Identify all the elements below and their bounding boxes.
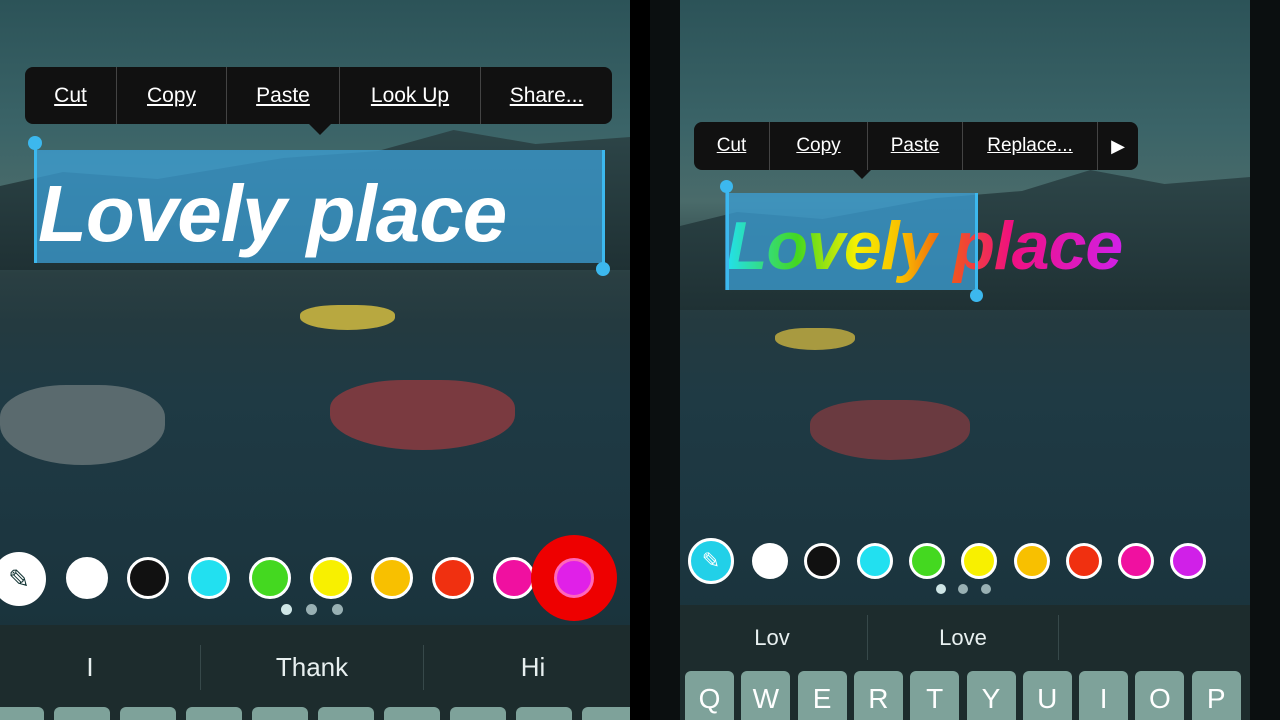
keyboard-key[interactable]: [252, 707, 308, 720]
menu-copy[interactable]: Copy: [770, 122, 868, 170]
color-swatch[interactable]: [1118, 543, 1155, 579]
color-swatch[interactable]: [856, 543, 893, 579]
color-swatch[interactable]: [493, 557, 535, 599]
keyboard-key[interactable]: [0, 707, 44, 720]
divider: [200, 645, 201, 690]
color-swatch[interactable]: [1013, 543, 1050, 579]
key-r[interactable]: R: [853, 671, 903, 720]
color-swatch[interactable]: [432, 557, 474, 599]
phone-bezel: [650, 0, 680, 720]
selection-start-bar: [34, 143, 37, 263]
menu-cut[interactable]: Cut: [25, 67, 117, 124]
suggestion-bar: I Thank Hi: [0, 625, 630, 720]
menu-pointer: [853, 170, 871, 179]
selection-end-handle[interactable]: [970, 289, 983, 302]
story-text[interactable]: Lovely place: [726, 207, 1123, 285]
dinghy: [0, 385, 165, 465]
color-swatch[interactable]: [752, 543, 788, 579]
key-q[interactable]: Q: [685, 671, 734, 720]
selection-start-bar: [726, 187, 729, 290]
suggestion-3[interactable]: Hi: [521, 652, 546, 683]
key-e[interactable]: E: [797, 671, 847, 720]
edit-menu: Cut Copy Paste Replace... ▶: [694, 122, 1138, 179]
sailboat: [775, 328, 855, 350]
color-swatch[interactable]: [127, 557, 169, 599]
selection-start-handle[interactable]: [28, 136, 42, 150]
menu-paste[interactable]: Paste: [227, 67, 340, 124]
color-swatch[interactable]: [371, 557, 413, 599]
key-y[interactable]: Y: [966, 671, 1016, 720]
menu-share[interactable]: Share...: [481, 67, 612, 124]
sailboat: [300, 305, 395, 330]
suggestion-1[interactable]: I: [86, 652, 93, 683]
key-t[interactable]: T: [910, 671, 960, 720]
keyboard-key[interactable]: [186, 707, 242, 720]
red-boat: [810, 400, 970, 460]
divider: [867, 615, 868, 660]
menu-cut[interactable]: Cut: [694, 122, 770, 170]
page-dot[interactable]: [958, 584, 968, 594]
key-o[interactable]: O: [1135, 671, 1185, 720]
page-dot[interactable]: [936, 584, 946, 594]
selection-start-handle[interactable]: [720, 180, 733, 193]
keyboard-key[interactable]: [384, 707, 440, 720]
color-swatch[interactable]: [188, 557, 230, 599]
menu-more-arrow-icon[interactable]: ▶: [1098, 122, 1138, 170]
story-text[interactable]: Lovely place: [38, 168, 507, 260]
suggestion-1[interactable]: Lov: [754, 625, 789, 651]
key-w[interactable]: W: [741, 671, 791, 720]
keyboard-key[interactable]: [54, 707, 110, 720]
menu-pointer: [309, 124, 331, 135]
color-swatch[interactable]: [310, 557, 352, 599]
key-u[interactable]: U: [1022, 671, 1072, 720]
selection-end-handle[interactable]: [596, 262, 610, 276]
red-boat: [330, 380, 515, 450]
page-dot[interactable]: [981, 584, 991, 594]
eyedropper-icon[interactable]: ✎: [688, 538, 734, 584]
key-p[interactable]: P: [1191, 671, 1241, 720]
keyboard-key[interactable]: [582, 707, 630, 720]
phone-bezel: [1250, 0, 1280, 720]
color-swatch[interactable]: [961, 543, 998, 579]
left-screen: Cut Copy Paste Look Up Share... Lovely p…: [0, 0, 630, 720]
suggestion-2[interactable]: Thank: [276, 652, 348, 683]
page-dot[interactable]: [306, 604, 317, 615]
divider: [1058, 615, 1059, 660]
page-dot[interactable]: [332, 604, 343, 615]
page-dot[interactable]: [281, 604, 292, 615]
menu-copy[interactable]: Copy: [117, 67, 227, 124]
suggestion-2[interactable]: Love: [939, 625, 987, 651]
color-swatch[interactable]: [249, 557, 291, 599]
keyboard-key[interactable]: [450, 707, 506, 720]
menu-paste[interactable]: Paste: [868, 122, 963, 170]
color-swatch-selected[interactable]: [554, 558, 594, 598]
color-swatch[interactable]: [908, 543, 945, 579]
edit-menu: Cut Copy Paste Look Up Share...: [25, 67, 612, 135]
keyboard-key[interactable]: [318, 707, 374, 720]
divider: [423, 645, 424, 690]
keyboard-key[interactable]: [516, 707, 572, 720]
selection-end-bar: [975, 193, 978, 296]
selection-end-bar: [602, 150, 605, 270]
key-i[interactable]: I: [1079, 671, 1129, 720]
keyboard-key[interactable]: [120, 707, 176, 720]
menu-look-up[interactable]: Look Up: [340, 67, 481, 124]
right-screen: Cut Copy Paste Replace... ▶ Lovely place…: [680, 0, 1250, 720]
color-swatch[interactable]: [1065, 543, 1102, 579]
menu-replace[interactable]: Replace...: [963, 122, 1098, 170]
color-swatch[interactable]: [66, 557, 108, 599]
